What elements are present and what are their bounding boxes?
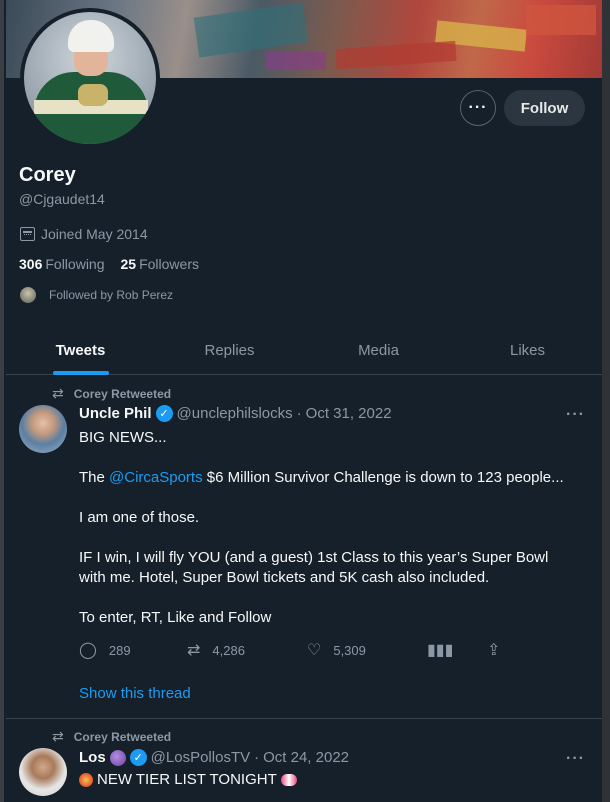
grape-emoji-icon	[109, 749, 126, 766]
follower-avatar	[19, 286, 37, 304]
joined-text: Joined May 2014	[41, 226, 148, 242]
tweet-author-name[interactable]: Uncle Phil	[79, 405, 152, 422]
share-button[interactable]: ⇪	[487, 640, 500, 660]
analytics-icon: ▮▮▮	[427, 642, 454, 659]
retweeted-by-text[interactable]: Corey Retweeted	[74, 387, 171, 401]
retweeted-by-text[interactable]: Corey Retweeted	[74, 730, 171, 744]
tab-replies[interactable]: Replies	[155, 327, 304, 374]
tab-likes[interactable]: Likes	[453, 327, 602, 374]
tweet-author-handle[interactable]: @LosPollosTV	[151, 749, 250, 766]
retweet-icon: ⇄	[187, 642, 201, 659]
tweet-text: NEW TIER LIST TONIGHT	[79, 770, 579, 790]
separator-dot: ·	[254, 749, 260, 766]
candy-emoji-icon	[280, 774, 297, 787]
retweet-icon: ⇄	[52, 728, 64, 744]
tweet-text-fragment: $6 Million Survivor Challenge is down to…	[202, 469, 564, 486]
following-label: Following	[45, 256, 105, 272]
joined-date: Joined May 2014	[20, 226, 148, 242]
analytics-button[interactable]: ▮▮▮	[427, 640, 487, 660]
tweet-card[interactable]: ⇄ Corey Retweeted Los ✓ @LosPollosTV · O…	[6, 720, 602, 802]
followers-label: Followers	[139, 256, 199, 272]
profile-tabs: Tweets Replies Media Likes	[6, 327, 602, 375]
window-left-edge	[0, 0, 4, 802]
tweet-author-avatar[interactable]	[19, 405, 67, 453]
tweet-text: BIG NEWS... The @CircaSports $6 Million …	[79, 428, 579, 648]
following-count: 306	[19, 256, 43, 272]
tab-media[interactable]: Media	[304, 327, 453, 374]
like-button[interactable]: ♡ 5,309	[307, 640, 427, 660]
following-link[interactable]: 306 Following	[19, 256, 105, 272]
verified-icon: ✓	[129, 749, 147, 766]
tweet-date[interactable]: Oct 24, 2022	[263, 749, 349, 766]
tweet-text-fragment: The	[79, 469, 110, 486]
profile-avatar[interactable]	[20, 8, 160, 148]
tweet-date[interactable]: Oct 31, 2022	[306, 405, 392, 422]
reply-button[interactable]: ◯ 289	[79, 640, 187, 660]
retweet-button[interactable]: ⇄ 4,286	[187, 640, 307, 660]
reply-count: 289	[108, 642, 131, 658]
retweet-count: 4,286	[212, 642, 245, 658]
tweet-actions: ◯ 289 ⇄ 4,286 ♡ 5,309 ▮▮▮ ⇪	[79, 640, 500, 660]
share-icon: ⇪	[487, 642, 501, 659]
mention-link[interactable]: @CircaSports	[109, 469, 203, 486]
like-count: 5,309	[333, 642, 366, 658]
followers-link[interactable]: 25 Followers	[121, 256, 199, 272]
tweet-more-icon[interactable]: ···	[566, 750, 585, 768]
tweet-line: IF I win, I will fly YOU (and a guest) 1…	[79, 549, 549, 586]
retweet-indicator: ⇄ Corey Retweeted	[52, 728, 171, 745]
profile-handle: @Cjgaudet14	[19, 191, 105, 207]
window-right-edge	[602, 0, 610, 802]
heart-icon: ♡	[307, 642, 322, 659]
reply-icon: ◯	[79, 642, 97, 659]
tweet-line: BIG NEWS...	[79, 429, 167, 446]
separator-dot: ·	[296, 405, 302, 422]
retweet-icon: ⇄	[52, 385, 64, 401]
followed-by[interactable]: Followed by Rob Perez	[19, 286, 173, 304]
calendar-icon	[20, 227, 35, 241]
retweet-indicator: ⇄ Corey Retweeted	[52, 385, 171, 402]
tweet-line: I am one of those.	[79, 509, 200, 526]
tweet-author-name[interactable]: Los	[79, 749, 106, 766]
profile-name: Corey	[19, 164, 76, 186]
follow-stats: 306 Following 25 Followers	[19, 256, 199, 272]
tweet-line: The @CircaSports $6 Million Survivor Cha…	[79, 468, 579, 488]
verified-icon: ✓	[155, 405, 173, 422]
tweet-header: Uncle Phil ✓ @unclephilslocks · Oct 31, …	[79, 405, 392, 422]
more-options-button[interactable]: ···	[460, 90, 496, 126]
tweet-card[interactable]: ⇄ Corey Retweeted Uncle Phil ✓ @unclephi…	[6, 376, 602, 719]
follow-button[interactable]: Follow	[504, 90, 585, 126]
followers-count: 25	[120, 256, 137, 272]
tweet-header: Los ✓ @LosPollosTV · Oct 24, 2022	[79, 749, 349, 766]
tweet-more-icon[interactable]: ···	[566, 406, 585, 424]
tweet-line: NEW TIER LIST TONIGHT	[97, 771, 277, 788]
lollipop-emoji-icon	[79, 773, 93, 788]
tab-tweets[interactable]: Tweets	[6, 327, 155, 374]
tweet-line: To enter, RT, Like and Follow	[79, 609, 272, 626]
tweet-author-handle[interactable]: @unclephilslocks	[177, 405, 293, 422]
followed-by-text: Followed by Rob Perez	[49, 288, 174, 302]
tweet-author-avatar[interactable]	[19, 748, 67, 796]
show-thread-link[interactable]: Show this thread	[79, 685, 191, 702]
